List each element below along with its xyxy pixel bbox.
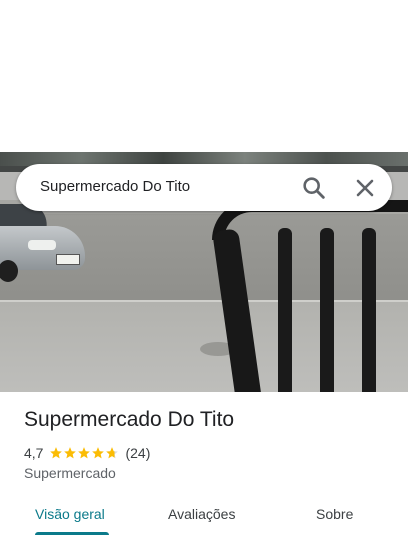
tab-overview[interactable]: Visão geral <box>35 506 105 522</box>
star-rating <box>49 446 119 460</box>
search-icon[interactable] <box>300 174 328 202</box>
search-bar[interactable]: Supermercado Do Tito <box>16 164 392 211</box>
photo-car <box>0 204 88 282</box>
star-icon <box>78 447 91 459</box>
tab-about[interactable]: Sobre <box>316 506 353 522</box>
star-icon <box>64 447 77 459</box>
photo-chair <box>212 200 408 392</box>
place-tabs: Visão geral Avaliações Sobre <box>0 500 408 544</box>
star-icon <box>92 447 105 459</box>
star-icon <box>50 447 63 459</box>
rating-row[interactable]: 4,7 (24) <box>24 444 150 462</box>
active-tab-indicator <box>35 532 109 535</box>
rating-value: 4,7 <box>24 445 44 461</box>
tab-reviews[interactable]: Avaliações <box>168 506 235 522</box>
blank-header-area <box>0 0 408 152</box>
search-query[interactable]: Supermercado Do Tito <box>40 178 190 195</box>
place-title: Supermercado Do Tito <box>24 408 235 431</box>
review-count[interactable]: (24) <box>125 445 150 461</box>
place-category: Supermercado <box>24 465 116 481</box>
close-icon[interactable] <box>351 174 379 202</box>
half-star-icon <box>106 447 119 459</box>
